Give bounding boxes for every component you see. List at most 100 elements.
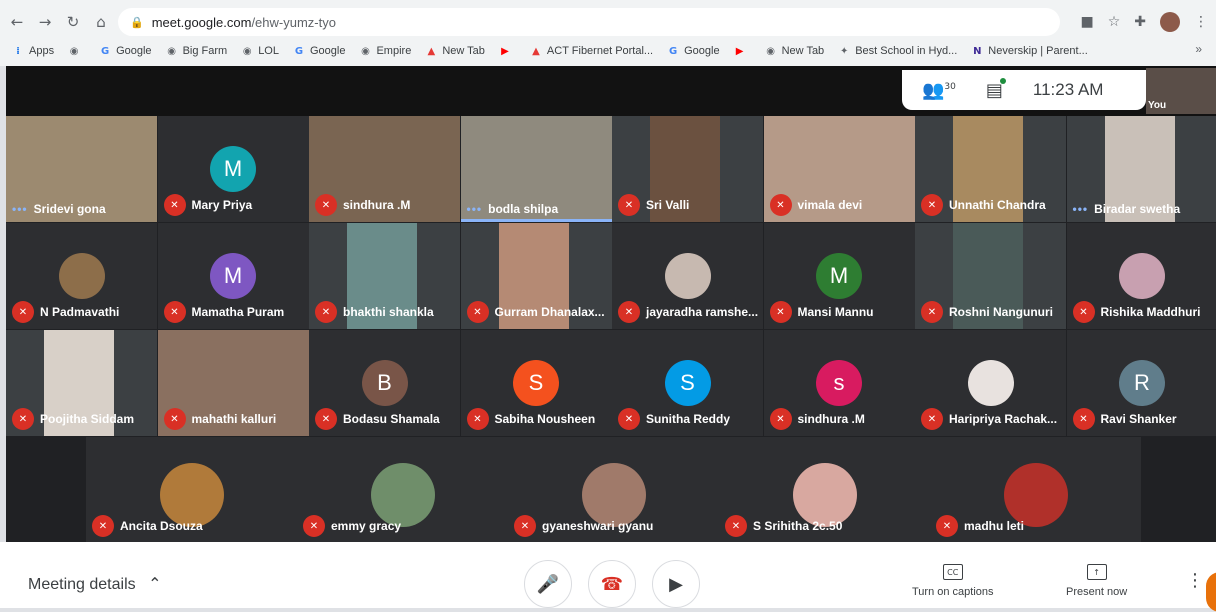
participant-tile[interactable]: •••Sridevi gona: [6, 116, 157, 222]
bookmark-item[interactable]: ▲ACT Fibernet Portal...: [530, 45, 653, 57]
participant-tile[interactable]: ✕Roshni Nangunuri: [915, 223, 1066, 329]
bookmark-item[interactable]: ▶: [499, 45, 516, 57]
participant-name: Sabiha Nousheen: [495, 412, 596, 426]
participant-count: 30: [944, 82, 955, 92]
present-now-button[interactable]: ↑ Present now: [1066, 564, 1127, 598]
meet-stage: 👥30 ▤ 11:23 AM You •••Sridevi gona M✕Mary…: [6, 66, 1216, 542]
participant-tile[interactable]: B✕Bodasu Shamala: [309, 330, 460, 436]
more-options-icon[interactable]: ⋮: [1186, 570, 1204, 591]
more-dots-icon[interactable]: •••: [467, 202, 483, 216]
meeting-details-button[interactable]: Meeting details ⌃: [28, 574, 161, 594]
globe-icon: ◉: [359, 45, 371, 57]
participant-tile[interactable]: ✕Sri Valli: [612, 116, 763, 222]
bookmark-item[interactable]: ▶: [734, 45, 751, 57]
mic-off-icon: ✕: [164, 301, 186, 323]
participant-tile[interactable]: s✕sindhura .M: [764, 330, 915, 436]
captions-button[interactable]: CC Turn on captions: [912, 564, 994, 598]
participant-name: Sunitha Reddy: [646, 412, 730, 426]
bookmarks-overflow[interactable]: »: [1195, 42, 1202, 56]
participant-name: Sri Valli: [646, 198, 689, 212]
mic-off-icon: ✕: [315, 408, 337, 430]
reload-icon[interactable]: ↻: [62, 11, 84, 33]
participant-tile[interactable]: ✕bhakthi shankla: [309, 223, 460, 329]
camera-toggle-button[interactable]: ▶: [652, 560, 700, 608]
participant-tile[interactable]: S✕Sunitha Reddy: [612, 330, 763, 436]
participant-tile[interactable]: ✕Unnathi Chandra: [915, 116, 1066, 222]
participant-tile[interactable]: R✕Ravi Shanker: [1067, 330, 1216, 436]
bookmark-star-icon[interactable]: ☆: [1108, 14, 1121, 30]
bookmark-item[interactable]: ⁞Apps: [12, 45, 54, 57]
bookmark-item[interactable]: GGoogle: [99, 45, 151, 57]
participant-tile[interactable]: ✕Poojitha Siddam: [6, 330, 157, 436]
youtube-icon: ▶: [734, 45, 746, 57]
participant-tile[interactable]: M✕Mansi Mannu: [764, 223, 915, 329]
participant-tile[interactable]: ✕sindhura .M: [309, 116, 460, 222]
extensions-icon[interactable]: ✚: [1134, 14, 1146, 30]
participant-tile[interactable]: ✕madhu leti: [930, 437, 1141, 543]
participant-name: mahathi kalluri: [192, 412, 277, 426]
participant-namebar: •••Sridevi gona: [12, 202, 106, 216]
bookmark-item[interactable]: ◉New Tab: [765, 45, 825, 57]
mic-off-icon: ✕: [1073, 301, 1095, 323]
bookmark-item[interactable]: ▲New Tab: [425, 45, 485, 57]
participant-tile[interactable]: ✕Gurram Dhanalax...: [461, 223, 612, 329]
self-view-tile[interactable]: You: [1146, 68, 1216, 114]
bookmark-label: Neverskip | Parent...: [988, 45, 1087, 57]
participant-tile[interactable]: ✕S Srihitha 2c.50: [719, 437, 930, 543]
more-dots-icon[interactable]: •••: [1073, 202, 1089, 216]
participant-name: emmy gracy: [331, 519, 401, 533]
microphone-toggle-button[interactable]: 🎤: [524, 560, 572, 608]
more-dots-icon[interactable]: •••: [12, 202, 28, 216]
bookmark-item[interactable]: NNeverskip | Parent...: [971, 45, 1087, 57]
participant-namebar: ✕Gurram Dhanalax...: [467, 301, 605, 323]
bookmark-item[interactable]: ◉: [68, 45, 85, 57]
google-icon: G: [99, 45, 111, 57]
participant-avatar: S: [665, 360, 711, 406]
chat-icon[interactable]: ▤: [986, 80, 1003, 101]
participant-tile[interactable]: ✕jayaradha ramshe...: [612, 223, 763, 329]
participant-tile[interactable]: M✕Mary Priya: [158, 116, 309, 222]
forward-icon[interactable]: →: [34, 11, 56, 33]
browser-actions: ■ ☆ ✚ ⋮: [1080, 8, 1208, 36]
home-icon[interactable]: ⌂: [90, 11, 112, 33]
participant-name: Gurram Dhanalax...: [495, 305, 605, 319]
participant-tile[interactable]: ✕Ancita Dsouza: [86, 437, 297, 543]
leave-call-button[interactable]: ☎: [588, 560, 636, 608]
participant-tile[interactable]: ✕Rishika Maddhuri: [1067, 223, 1216, 329]
bookmark-item[interactable]: ◉Empire: [359, 45, 411, 57]
mic-off-icon: ✕: [164, 408, 186, 430]
mic-off-icon: ✕: [315, 301, 337, 323]
browser-menu-icon[interactable]: ⋮: [1194, 14, 1208, 30]
participant-tile[interactable]: ✕Haripriya Rachak...: [915, 330, 1066, 436]
participant-tile[interactable]: ✕emmy gracy: [297, 437, 508, 543]
back-icon[interactable]: ←: [6, 11, 28, 33]
participant-tile[interactable]: ✕vimala devi: [764, 116, 915, 222]
bookmark-item[interactable]: ◉LOL: [241, 45, 279, 57]
bookmark-item[interactable]: ◉Big Farm: [166, 45, 228, 57]
address-bar[interactable]: 🔒 meet.google.com /ehw-yumz-tyo: [118, 8, 1060, 36]
bookmark-label: Google: [684, 45, 719, 57]
meet-top-strip: 👥30 ▤ 11:23 AM You: [6, 66, 1216, 116]
meeting-details-label: Meeting details: [28, 576, 136, 593]
chat-notification-dot: [1000, 78, 1006, 84]
participant-name: N Padmavathi: [40, 305, 119, 319]
profile-avatar[interactable]: [1160, 12, 1180, 32]
participant-tile[interactable]: M✕Mamatha Puram: [158, 223, 309, 329]
bookmark-item[interactable]: GGoogle: [667, 45, 719, 57]
participant-tile[interactable]: S✕Sabiha Nousheen: [461, 330, 612, 436]
camera-indicator-icon[interactable]: ■: [1080, 14, 1093, 30]
participant-tile[interactable]: ✕ mahathi kalluri: [158, 330, 309, 436]
participant-photo: [968, 360, 1014, 406]
participant-namebar: ✕Ravi Shanker: [1073, 408, 1177, 430]
bookmark-item[interactable]: GGoogle: [293, 45, 345, 57]
participant-avatar: S: [513, 360, 559, 406]
participants-icon[interactable]: 👥30: [922, 80, 956, 101]
present-icon: ↑: [1087, 564, 1107, 580]
bookmark-item[interactable]: ✦Best School in Hyd...: [838, 45, 957, 57]
participant-tile[interactable]: •••bodla shilpa: [461, 116, 612, 222]
participant-tile[interactable]: ✕gyaneshwari gyanu: [508, 437, 719, 543]
mic-off-icon: ✕: [921, 194, 943, 216]
participant-tile[interactable]: ✕N Padmavathi: [6, 223, 157, 329]
lock-icon: 🔒: [130, 16, 144, 29]
participant-tile[interactable]: •••Biradar swetha: [1067, 116, 1216, 222]
